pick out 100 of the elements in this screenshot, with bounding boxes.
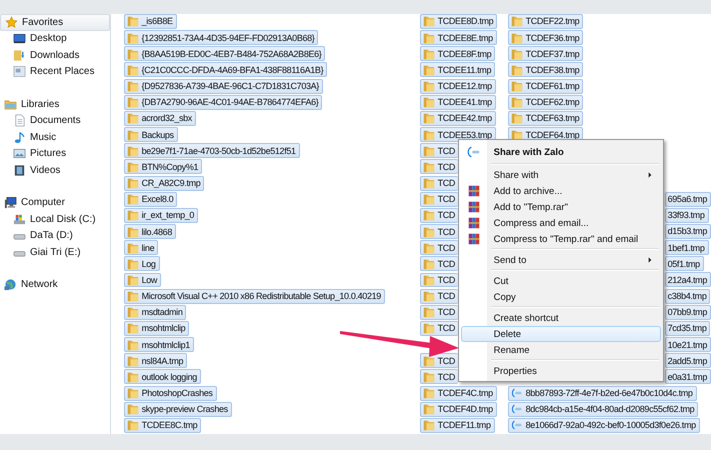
menu-item[interactable]: Compress to "Temp.rar" and email bbox=[460, 231, 661, 247]
nav-item[interactable]: Computer bbox=[0, 194, 110, 211]
file-item[interactable]: 05f1.tmp bbox=[664, 256, 704, 272]
menu-item[interactable]: Compress and email... bbox=[460, 215, 661, 231]
menu-item[interactable]: Delete bbox=[460, 326, 661, 342]
file-item[interactable]: TCDEF4D.tmp bbox=[420, 402, 497, 417]
file-item[interactable]: 8e1066d7-92a0-492c-bef0-10005d3f0e26.tmp bbox=[508, 418, 700, 433]
file-item[interactable]: TCD bbox=[420, 288, 458, 304]
file-item[interactable]: msohtmlclip bbox=[124, 320, 190, 336]
file-item[interactable]: TCDEE8E.tmp bbox=[420, 30, 497, 46]
nav-item[interactable]: Favorites bbox=[0, 14, 110, 30]
file-item[interactable]: TCDEE53.tmp bbox=[420, 127, 496, 142]
nav-item[interactable]: Documents bbox=[0, 112, 110, 129]
file-item[interactable]: BTN%Copy%1 bbox=[124, 159, 202, 174]
nav-item[interactable]: Libraries bbox=[0, 96, 110, 112]
file-item[interactable]: TCDEF11.tmp bbox=[420, 418, 495, 433]
file-item[interactable]: TCDEE8D.tmp bbox=[420, 14, 498, 29]
file-item[interactable]: TCDEE8C.tmp bbox=[124, 418, 202, 433]
file-item[interactable]: c38b4.tmp bbox=[664, 288, 710, 304]
nav-item[interactable]: Network bbox=[0, 276, 110, 293]
file-item[interactable]: TCD bbox=[420, 176, 458, 191]
file-item[interactable]: msdtadmin bbox=[124, 304, 186, 320]
nav-item[interactable]: Local Disk (C:) bbox=[0, 211, 110, 228]
file-item[interactable]: {12392851-73A4-4D35-94EF-FD02913A0B68} bbox=[124, 30, 318, 46]
file-item[interactable]: 7cd35.tmp bbox=[664, 320, 710, 336]
file-item[interactable]: skype-preview Crashes bbox=[124, 402, 232, 417]
menu-item[interactable]: Share with Zalo bbox=[460, 142, 661, 162]
file-item[interactable]: {DB7A2790-96AE-4C01-94AE-B7864774EFA6} bbox=[124, 94, 322, 110]
file-item[interactable]: 8dc984cb-a15e-4f04-80ad-d2089c55cf62.tmp bbox=[508, 402, 698, 417]
file-item[interactable]: nsl84A.tmp bbox=[124, 353, 188, 368]
file-item[interactable]: d15b3.tmp bbox=[664, 224, 711, 239]
file-item[interactable]: TCDEF22.tmp bbox=[508, 14, 584, 29]
file-item[interactable]: TCD bbox=[420, 159, 458, 174]
file-item[interactable]: TCDEF62.tmp bbox=[508, 94, 584, 110]
file-item[interactable]: TCDEE41.tmp bbox=[420, 94, 496, 110]
menu-item[interactable]: Add to "Temp.rar" bbox=[460, 199, 661, 215]
file-item[interactable]: TCD bbox=[420, 240, 458, 256]
file-item[interactable]: 10e21.tmp bbox=[664, 337, 711, 352]
file-item[interactable]: Backups bbox=[124, 127, 178, 142]
file-item[interactable]: TCDEE12.tmp bbox=[420, 78, 496, 94]
file-item[interactable]: TCD bbox=[420, 369, 458, 384]
file-item[interactable]: {C21C0CCC-DFDA-4A69-BFA1-438F88116A1B} bbox=[124, 62, 328, 78]
file-item[interactable]: acrord32_sbx bbox=[124, 110, 196, 126]
file-item[interactable]: TCD bbox=[420, 256, 458, 272]
file-item[interactable]: Excel8.0 bbox=[124, 192, 178, 207]
file-item[interactable]: PhotoshopCrashes bbox=[124, 386, 217, 401]
menu-item[interactable]: Rename bbox=[460, 342, 661, 358]
file-item[interactable]: TCD bbox=[420, 320, 458, 336]
menu-item[interactable]: Add to archive... bbox=[460, 183, 661, 199]
file-item[interactable]: 33f93.tmp bbox=[664, 208, 708, 223]
nav-item[interactable]: Downloads bbox=[0, 47, 110, 64]
menu-item[interactable]: Cut bbox=[460, 273, 661, 289]
file-item[interactable]: be29e7f1-71ae-4703-50cb-1d52be512f51 bbox=[124, 143, 300, 158]
file-item[interactable]: Microsoft Visual C++ 2010 x86 Redistributable Setup_10.0.40219 bbox=[124, 288, 385, 304]
file-item[interactable]: lilo.4868 bbox=[124, 224, 176, 239]
file-item[interactable]: TCDEF4C.tmp bbox=[420, 386, 497, 401]
file-item[interactable]: TCD bbox=[420, 143, 458, 158]
file-item[interactable]: TCDEE42.tmp bbox=[420, 110, 496, 126]
file-item[interactable]: 07bb9.tmp bbox=[664, 304, 711, 320]
menu-item[interactable]: Send to bbox=[460, 252, 661, 268]
file-item[interactable]: TCDEE8F.tmp bbox=[420, 46, 496, 62]
nav-item[interactable]: Pictures bbox=[0, 146, 110, 162]
nav-item[interactable]: Music bbox=[0, 129, 110, 146]
file-item[interactable]: TCD bbox=[420, 208, 458, 223]
file-item[interactable]: TCD bbox=[420, 224, 458, 239]
file-item[interactable]: TCDEF61.tmp bbox=[508, 78, 584, 94]
nav-item[interactable]: DaTa (D:) bbox=[0, 228, 110, 244]
nav-item[interactable]: Giai Tri (E:) bbox=[0, 244, 110, 260]
file-item[interactable]: TCDEF38.tmp bbox=[508, 62, 584, 78]
file-item[interactable]: TCD bbox=[420, 192, 458, 207]
menu-item[interactable]: Properties bbox=[460, 363, 661, 379]
file-item[interactable]: TCDEE11.tmp bbox=[420, 62, 496, 78]
file-item[interactable]: ir_ext_temp_0 bbox=[124, 208, 198, 223]
file-item[interactable]: msohtmlclip1 bbox=[124, 337, 194, 352]
file-item[interactable]: e0a31.tmp bbox=[664, 369, 711, 384]
menu-item[interactable]: Share with bbox=[460, 167, 661, 183]
file-item[interactable]: {D9527836-A739-4BAE-96C1-C7D1831C703A} bbox=[124, 78, 323, 94]
file-item[interactable]: {B8AA519B-ED0C-4EB7-B484-752A68A2B8E6} bbox=[124, 46, 326, 62]
nav-item[interactable]: Recent Places bbox=[0, 64, 110, 80]
nav-item[interactable]: Desktop bbox=[0, 30, 110, 47]
file-item[interactable]: outlook logging bbox=[124, 369, 201, 384]
file-item[interactable]: TCD bbox=[420, 272, 458, 288]
file-item[interactable]: TCDEF37.tmp bbox=[508, 46, 584, 62]
file-item[interactable]: TCD bbox=[420, 304, 458, 320]
menu-item[interactable]: Create shortcut bbox=[460, 310, 661, 326]
file-item[interactable]: TCD bbox=[420, 353, 458, 368]
file-item[interactable]: TCDEF63.tmp bbox=[508, 110, 584, 126]
file-item[interactable]: line bbox=[124, 240, 158, 256]
file-item[interactable]: _is6B8E bbox=[124, 14, 177, 29]
nav-item[interactable]: Videos bbox=[0, 162, 110, 178]
file-item[interactable]: 695a6.tmp bbox=[664, 192, 711, 207]
file-item[interactable]: 8bb87893-72ff-4e7f-b2ed-6e47b0c10d4c.tmp bbox=[508, 386, 697, 401]
file-item[interactable]: Log bbox=[124, 256, 160, 272]
file-item[interactable]: Low bbox=[124, 272, 162, 288]
menu-item[interactable]: Copy bbox=[460, 289, 661, 305]
file-item[interactable]: TCDEF36.tmp bbox=[508, 30, 584, 46]
file-item[interactable]: 1bef1.tmp bbox=[664, 240, 708, 256]
file-item[interactable]: CR_A82C9.tmp bbox=[124, 176, 204, 191]
file-item[interactable]: 2add5.tmp bbox=[664, 353, 711, 368]
file-item[interactable]: 212a4.tmp bbox=[664, 272, 711, 288]
